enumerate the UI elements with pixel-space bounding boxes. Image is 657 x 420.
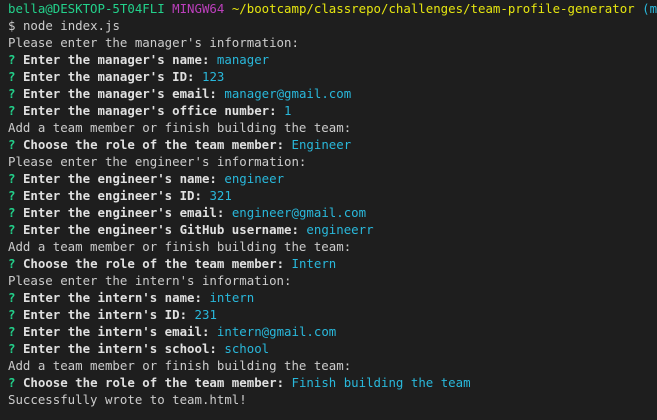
question-mark-icon: ? (8, 171, 16, 186)
question-text: Enter the engineer's GitHub username: (22, 222, 299, 237)
question-mark-icon: ? (8, 137, 16, 152)
question-text: Enter the intern's ID: (22, 307, 188, 322)
prompt-question-line: ? Enter the manager's email: manager@gma… (8, 85, 649, 102)
output-text-line: Add a team member or finish building the… (8, 238, 649, 255)
output-text: Successfully wrote to team.html! (8, 392, 247, 407)
answer-text: Finish building the team (291, 375, 471, 390)
prompt-shell: MINGW64 (172, 1, 225, 16)
output-text-line: Please enter the engineer's information: (8, 153, 649, 170)
prompt-question-line: ? Enter the manager's name: manager (8, 51, 649, 68)
question-text: Enter the intern's school: (22, 341, 217, 356)
question-mark-icon: ? (8, 341, 16, 356)
output-text-line: Successfully wrote to team.html! (8, 391, 649, 408)
output-text: Please enter the engineer's information: (8, 154, 307, 169)
terminal-output: Please enter the manager's information:?… (8, 34, 649, 408)
prompt-question-line: ? Enter the manager's ID: 123 (8, 68, 649, 85)
question-text: Enter the manager's name: (22, 52, 210, 67)
output-text-line: Add a team member or finish building the… (8, 119, 649, 136)
prompt-question-line: ? Choose the role of the team member: In… (8, 255, 649, 272)
answer-text: Engineer (291, 137, 352, 152)
output-text-line: Add a team member or finish building the… (8, 357, 649, 374)
answer-text: 123 (201, 69, 225, 84)
question-mark-icon: ? (8, 188, 16, 203)
question-text: Enter the manager's office number: (22, 103, 277, 118)
question-text: Choose the role of the team member: (22, 256, 285, 271)
answer-text: 321 (209, 188, 232, 203)
question-mark-icon: ? (8, 256, 16, 271)
question-text: Enter the engineer's email: (22, 205, 225, 220)
answer-text: 1 (284, 103, 292, 118)
command-text: node index.js (22, 18, 120, 33)
question-text: Choose the role of the team member: (22, 137, 285, 152)
prompt-user-host: bella@DESKTOP-5T04FLI (8, 1, 165, 16)
prompt-symbol: $ (8, 18, 16, 33)
question-text: Enter the intern's name: (22, 290, 202, 305)
question-mark-icon: ? (8, 86, 16, 101)
question-mark-icon: ? (8, 307, 16, 322)
answer-text: manager@gmail.com (224, 86, 352, 101)
prompt-question-line: ? Enter the engineer's name: engineer (8, 170, 649, 187)
prompt-question-line: ? Enter the intern's ID: 231 (8, 306, 649, 323)
answer-text: Intern (291, 256, 337, 271)
question-text: Enter the engineer's ID: (22, 188, 202, 203)
question-text: Enter the manager's ID: (22, 69, 195, 84)
question-mark-icon: ? (8, 69, 16, 84)
question-mark-icon: ? (8, 375, 16, 390)
output-text: Add a team member or finish building the… (8, 358, 352, 373)
output-text: Add a team member or finish building the… (8, 239, 352, 254)
answer-text: engineer (224, 171, 285, 186)
answer-text: engineerr (306, 222, 374, 237)
answer-text: engineer@gmail.com (231, 205, 367, 220)
answer-text: 231 (194, 307, 217, 322)
answer-text: intern (209, 290, 255, 305)
question-mark-icon: ? (8, 103, 16, 118)
output-text: Please enter the intern's information: (8, 273, 292, 288)
prompt-question-line: ? Enter the engineer's GitHub username: … (8, 221, 649, 238)
answer-text: manager (216, 52, 270, 67)
question-text: Choose the role of the team member: (22, 375, 285, 390)
question-mark-icon: ? (8, 205, 16, 220)
prompt-question-line: ? Enter the intern's email: intern@gmail… (8, 323, 649, 340)
output-text: Please enter the manager's information: (8, 35, 299, 50)
prompt-question-line: ? Enter the engineer's ID: 321 (8, 187, 649, 204)
question-mark-icon: ? (8, 290, 16, 305)
question-text: Enter the engineer's name: (22, 171, 217, 186)
prompt-question-line: ? Enter the manager's office number: 1 (8, 102, 649, 119)
question-mark-icon: ? (8, 52, 16, 67)
output-text-line: Please enter the intern's information: (8, 272, 649, 289)
prompt-question-line: ? Choose the role of the team member: En… (8, 136, 649, 153)
prompt-question-line: ? Enter the engineer's email: engineer@g… (8, 204, 649, 221)
command-line: $ node index.js (8, 17, 649, 34)
shell-prompt: bella@DESKTOP-5T04FLI MINGW64 ~/bootcamp… (8, 0, 657, 17)
prompt-question-line: ? Enter the intern's school: school (8, 340, 649, 357)
question-mark-icon: ? (8, 324, 16, 339)
prompt-branch: (main) (642, 1, 657, 16)
answer-text: school (224, 341, 270, 356)
output-text-line: Please enter the manager's information: (8, 34, 649, 51)
terminal-window[interactable]: bella@DESKTOP-5T04FLI MINGW64 ~/bootcamp… (0, 0, 657, 420)
question-text: Enter the manager's email: (22, 86, 217, 101)
answer-text: intern@gmail.com (216, 324, 337, 339)
prompt-path: ~/bootcamp/classrepo/challenges/team-pro… (231, 1, 635, 16)
prompt-question-line: ? Choose the role of the team member: Fi… (8, 374, 649, 391)
prompt-question-line: ? Enter the intern's name: intern (8, 289, 649, 306)
output-text: Add a team member or finish building the… (8, 120, 352, 135)
question-text: Enter the intern's email: (22, 324, 210, 339)
question-mark-icon: ? (8, 222, 16, 237)
